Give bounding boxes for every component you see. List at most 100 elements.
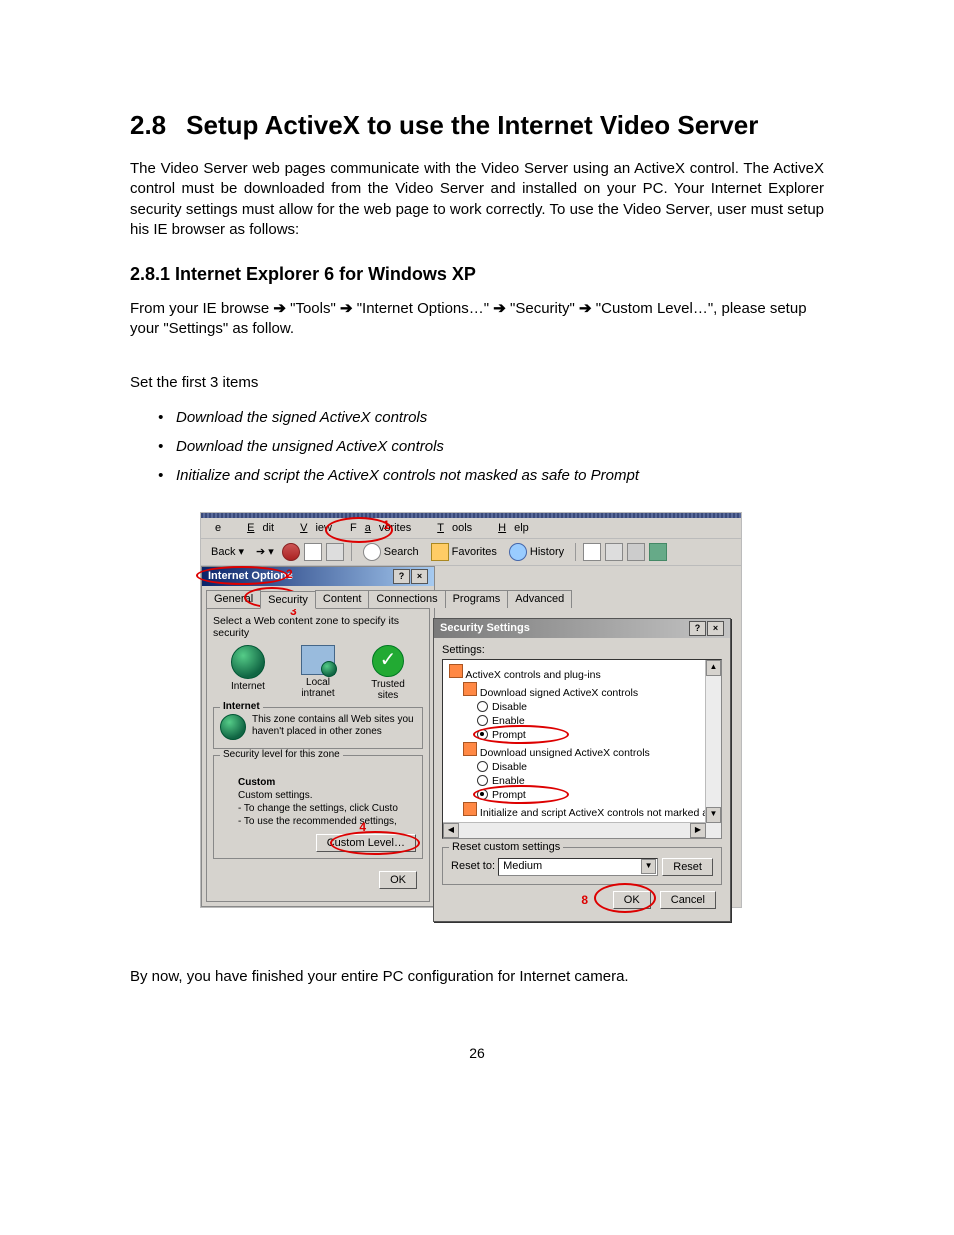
radio-enable[interactable] — [477, 775, 488, 786]
reset-to-label: Reset to: — [451, 860, 495, 872]
zone-description-box: Internet This zone contains all Web site… — [213, 707, 423, 749]
bullet-list: Download the signed ActiveX controls Dow… — [130, 409, 824, 484]
section-title: Setup ActiveX to use the Internet Video … — [186, 110, 758, 140]
io-tabstrip: General Security Content Connections Pro… — [202, 586, 434, 608]
custom-line: - To change the settings, click Custo — [238, 802, 416, 815]
ie-menu-bar: e Edit View Favorites Tools Help 1 — [201, 518, 741, 539]
page-number: 26 — [130, 1045, 824, 1061]
scroll-up-icon[interactable]: ▲ — [706, 660, 721, 676]
internet-options-dialog: Internet Options ? × 2 General Security … — [201, 566, 435, 907]
vertical-scrollbar[interactable]: ▲ ▼ — [705, 660, 721, 838]
set-label: Set the first 3 items — [130, 374, 824, 391]
tab-general[interactable]: General — [206, 590, 261, 608]
ss-title-text: Security Settings — [440, 622, 530, 634]
mail-icon[interactable] — [583, 543, 601, 561]
custom-title: Custom — [238, 776, 416, 789]
zone-row: Internet Local intranet ✓ Trusted sites — [213, 645, 423, 701]
arrow-icon: ➔ — [273, 300, 286, 317]
favorites-icon — [431, 543, 449, 561]
reset-group-label: Reset custom settings — [449, 841, 563, 853]
menu-edit[interactable]: Edit — [231, 520, 282, 536]
ss-titlebar: Security Settings ? × — [434, 619, 730, 638]
tab-connections[interactable]: Connections — [368, 590, 445, 608]
print-icon[interactable] — [605, 543, 623, 561]
radio-prompt[interactable] — [477, 729, 488, 740]
menu-file[interactable]: e — [207, 520, 229, 536]
bullet-item: Download the unsigned ActiveX controls — [176, 438, 824, 455]
edit-icon[interactable] — [627, 543, 645, 561]
activex-icon — [463, 802, 477, 816]
globe-icon — [231, 645, 265, 679]
arrow-icon: ➔ — [340, 300, 353, 317]
tab-content[interactable]: Content — [315, 590, 370, 608]
zone-local-intranet[interactable]: Local intranet — [290, 645, 346, 701]
custom-line: - To use the recommended settings, — [238, 815, 416, 828]
bullet-item: Download the signed ActiveX controls — [176, 409, 824, 426]
search-icon — [363, 543, 381, 561]
security-settings-dialog: Security Settings ? × Settings: ActiveX … — [433, 618, 731, 922]
bullet-item: Initialize and script the ActiveX contro… — [176, 467, 824, 484]
globe-icon-small — [220, 714, 246, 740]
horizontal-scrollbar[interactable]: ◀ ▶ — [443, 822, 706, 838]
history-button[interactable]: History — [505, 542, 568, 562]
scroll-left-icon[interactable]: ◀ — [443, 823, 459, 838]
radio-enable[interactable] — [477, 715, 488, 726]
favorites-button[interactable]: Favorites — [427, 542, 501, 562]
settings-tree[interactable]: ActiveX controls and plug-ins Download s… — [442, 659, 722, 839]
ie-toolbar: Back ▾ ➔ ▾ Search Favorites History — [201, 539, 741, 566]
zone-trusted-sites[interactable]: ✓ Trusted sites — [360, 645, 416, 701]
custom-level-button[interactable]: Custom Level… — [316, 834, 416, 852]
menu-favorites[interactable]: Favorites — [342, 520, 419, 536]
ss-ok-button[interactable]: OK — [613, 891, 651, 909]
custom-line: Custom settings. — [238, 789, 416, 802]
activex-icon — [463, 742, 477, 756]
zone-internet[interactable]: Internet — [220, 645, 276, 701]
close-button[interactable]: × — [707, 621, 724, 636]
home-icon[interactable] — [326, 543, 344, 561]
activex-icon — [463, 682, 477, 696]
radio-prompt[interactable] — [477, 789, 488, 800]
zone-desc-text: This zone contains all Web sites you hav… — [220, 714, 416, 738]
tab-programs[interactable]: Programs — [445, 590, 509, 608]
history-icon — [509, 543, 527, 561]
search-button[interactable]: Search — [359, 542, 423, 562]
io-ok-button[interactable]: OK — [379, 871, 417, 889]
tab-advanced[interactable]: Advanced — [507, 590, 572, 608]
reset-select[interactable]: Medium ▼ — [498, 858, 658, 876]
ss-cancel-button[interactable]: Cancel — [660, 891, 716, 909]
menu-view[interactable]: View — [284, 520, 340, 536]
forward-button[interactable]: ➔ ▾ — [252, 544, 278, 559]
ie-screenshot: e Edit View Favorites Tools Help 1 Back … — [200, 512, 742, 908]
nav-paragraph: From your IE browse ➔ "Tools" ➔ "Interne… — [130, 299, 824, 340]
check-icon: ✓ — [372, 645, 404, 677]
scroll-down-icon[interactable]: ▼ — [706, 807, 721, 823]
back-button[interactable]: Back ▾ — [207, 544, 248, 559]
zone-prompt: Select a Web content zone to specify its… — [213, 615, 423, 639]
reset-button[interactable]: Reset — [662, 858, 713, 876]
intro-paragraph: The Video Server web pages communicate w… — [130, 159, 824, 240]
menu-tools[interactable]: Tools — [421, 520, 480, 536]
refresh-icon[interactable] — [304, 543, 322, 561]
annotation-number: 8 — [581, 893, 588, 907]
help-button[interactable]: ? — [393, 569, 410, 584]
arrow-icon: ➔ — [493, 300, 506, 317]
scroll-right-icon[interactable]: ▶ — [690, 823, 706, 838]
section-number: 2.8 — [130, 110, 166, 140]
intranet-icon — [301, 645, 335, 675]
closing-paragraph: By now, you have finished your entire PC… — [130, 968, 824, 985]
help-button[interactable]: ? — [689, 621, 706, 636]
section-heading: 2.8 Setup ActiveX to use the Internet Vid… — [130, 110, 824, 141]
chevron-down-icon: ▼ — [641, 859, 656, 874]
radio-disable[interactable] — [477, 761, 488, 772]
tab-security[interactable]: Security — [260, 591, 316, 609]
radio-disable[interactable] — [477, 701, 488, 712]
close-button[interactable]: × — [411, 569, 428, 584]
io-title-text: Internet Options — [208, 570, 293, 582]
arrow-icon: ➔ — [579, 300, 592, 317]
subsection-heading: 2.8.1 Internet Explorer 6 for Windows XP — [130, 264, 824, 285]
io-titlebar: Internet Options ? × — [202, 567, 434, 586]
menu-help[interactable]: Help — [482, 520, 537, 536]
settings-label: Settings: — [442, 644, 722, 656]
discuss-icon[interactable] — [649, 543, 667, 561]
stop-icon[interactable] — [282, 543, 300, 561]
